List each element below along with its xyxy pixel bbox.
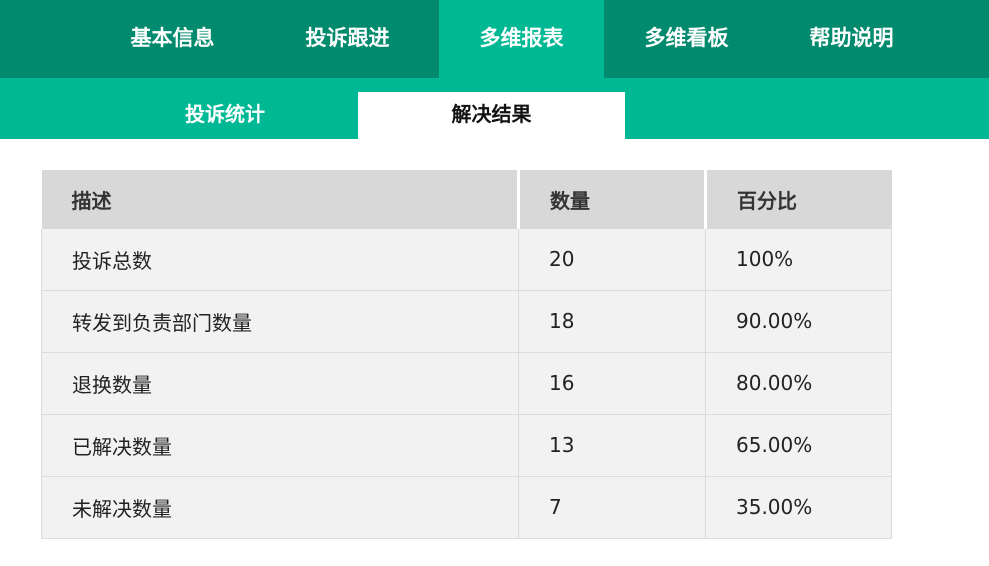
results-table: 描述 数量 百分比 投诉总数 20 100% 转发到负责部门数量 18 90.0… xyxy=(41,170,892,539)
tab-complaint-followup[interactable]: 投诉跟进 xyxy=(265,0,430,78)
tab-help[interactable]: 帮助说明 xyxy=(769,0,934,78)
cell-percentage: 80.00% xyxy=(705,352,892,415)
cell-percentage: 35.00% xyxy=(705,476,892,539)
table-row: 退换数量 16 80.00% xyxy=(41,352,892,415)
table-row: 投诉总数 20 100% xyxy=(41,229,892,291)
cell-percentage: 65.00% xyxy=(705,414,892,477)
cell-description: 投诉总数 xyxy=(41,229,519,291)
column-header-count: 数量 xyxy=(518,170,707,229)
sub-nav: 投诉统计 解决结果 xyxy=(0,78,989,139)
table-row: 转发到负责部门数量 18 90.00% xyxy=(41,290,892,353)
cell-count: 20 xyxy=(518,229,706,291)
subtab-complaint-stats[interactable]: 投诉统计 xyxy=(92,92,358,139)
cell-description: 转发到负责部门数量 xyxy=(41,290,519,353)
cell-description: 退换数量 xyxy=(41,352,519,415)
cell-percentage: 90.00% xyxy=(705,290,892,353)
table-row: 未解决数量 7 35.00% xyxy=(41,476,892,539)
cell-count: 13 xyxy=(518,414,706,477)
results-table-container: 描述 数量 百分比 投诉总数 20 100% 转发到负责部门数量 18 90.0… xyxy=(41,170,892,539)
cell-percentage: 100% xyxy=(705,229,892,291)
cell-count: 16 xyxy=(518,352,706,415)
column-header-percentage: 百分比 xyxy=(705,170,892,229)
cell-count: 18 xyxy=(518,290,706,353)
tab-basic-info[interactable]: 基本信息 xyxy=(90,0,255,78)
cell-description: 未解决数量 xyxy=(41,476,519,539)
tab-multi-dashboard[interactable]: 多维看板 xyxy=(604,0,769,78)
cell-count: 7 xyxy=(518,476,706,539)
top-nav: 基本信息 投诉跟进 多维报表 多维看板 帮助说明 xyxy=(0,0,989,78)
column-header-description: 描述 xyxy=(41,170,520,229)
table-row: 已解决数量 13 65.00% xyxy=(41,414,892,477)
table-header-row: 描述 数量 百分比 xyxy=(41,170,892,229)
tab-multi-report[interactable]: 多维报表 xyxy=(439,0,604,78)
subtab-resolution-result[interactable]: 解决结果 xyxy=(358,92,625,139)
cell-description: 已解决数量 xyxy=(41,414,519,477)
